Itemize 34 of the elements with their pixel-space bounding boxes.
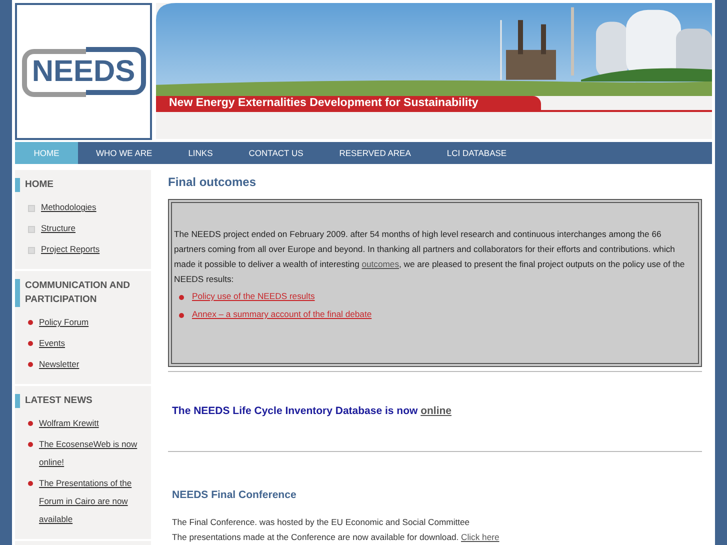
- outcomes-paragraph: The NEEDS project ended on February 2009. after 54 months of high level research and continuous interchanges among the 66 partners coming from all over Europe and beyond. In thanking all partners and collaborators for their efforts and contributions. which made it possible to deliver a wealth of interesting outcomes, we are pleased to present the final project outputs on the policy use of the NEEDS results:: [174, 228, 686, 286]
- click-here-link[interactable]: Click here: [461, 532, 500, 542]
- sidebar-link[interactable]: The Presentations of the Forum in Cairo are now available: [39, 474, 151, 528]
- dot-bullet-icon: [28, 481, 33, 486]
- dot-bullet-icon: [28, 421, 33, 426]
- dot-bullet-icon: [28, 320, 33, 325]
- dot-bullet-icon: [28, 442, 33, 447]
- sidebar-link[interactable]: Policy Forum: [39, 313, 89, 331]
- sidebar-link[interactable]: Structure: [41, 219, 76, 237]
- sidebar-link[interactable]: Project Reports: [41, 240, 100, 258]
- dot-bullet-icon: [28, 341, 33, 346]
- announcement: The NEEDS Life Cycle Inventory Database is now online: [172, 405, 452, 417]
- square-bullet-icon: [28, 247, 35, 254]
- section-title: LATEST NEWS: [15, 394, 151, 408]
- dot-bullet-icon: [179, 295, 184, 300]
- download-text: The presentations made at the Conference are now available for download. Click here: [172, 531, 500, 544]
- conference-text: The Final Conference. was hosted by the EU Economic and Social Committee: [172, 516, 471, 529]
- outcomes-link[interactable]: outcomes: [362, 259, 399, 269]
- needs-logo[interactable]: NEEDS: [22, 46, 146, 96]
- online-link[interactable]: online: [420, 405, 452, 417]
- dot-bullet-icon: [179, 313, 184, 318]
- section-title: COMMUNICATION AND PARTICIPATION: [15, 279, 151, 307]
- sidebar-link[interactable]: Methodologies: [41, 198, 96, 216]
- dot-bullet-icon: [28, 362, 33, 367]
- sidebar-link[interactable]: Newsletter: [39, 355, 80, 373]
- square-bullet-icon: [28, 205, 35, 212]
- sidebar-link[interactable]: Events: [39, 334, 65, 352]
- sidebar-link[interactable]: The EcosenseWeb is now online!: [39, 435, 151, 471]
- conference-heading: NEEDS Final Conference: [172, 489, 298, 501]
- page-heading: Final outcomes: [168, 175, 258, 189]
- square-bullet-icon: [28, 226, 35, 233]
- document-link[interactable]: Annex – a summary account of the final debate: [192, 305, 372, 323]
- sidebar-link[interactable]: Wolfram Krewitt: [39, 414, 99, 432]
- section-title: HOME: [15, 178, 151, 192]
